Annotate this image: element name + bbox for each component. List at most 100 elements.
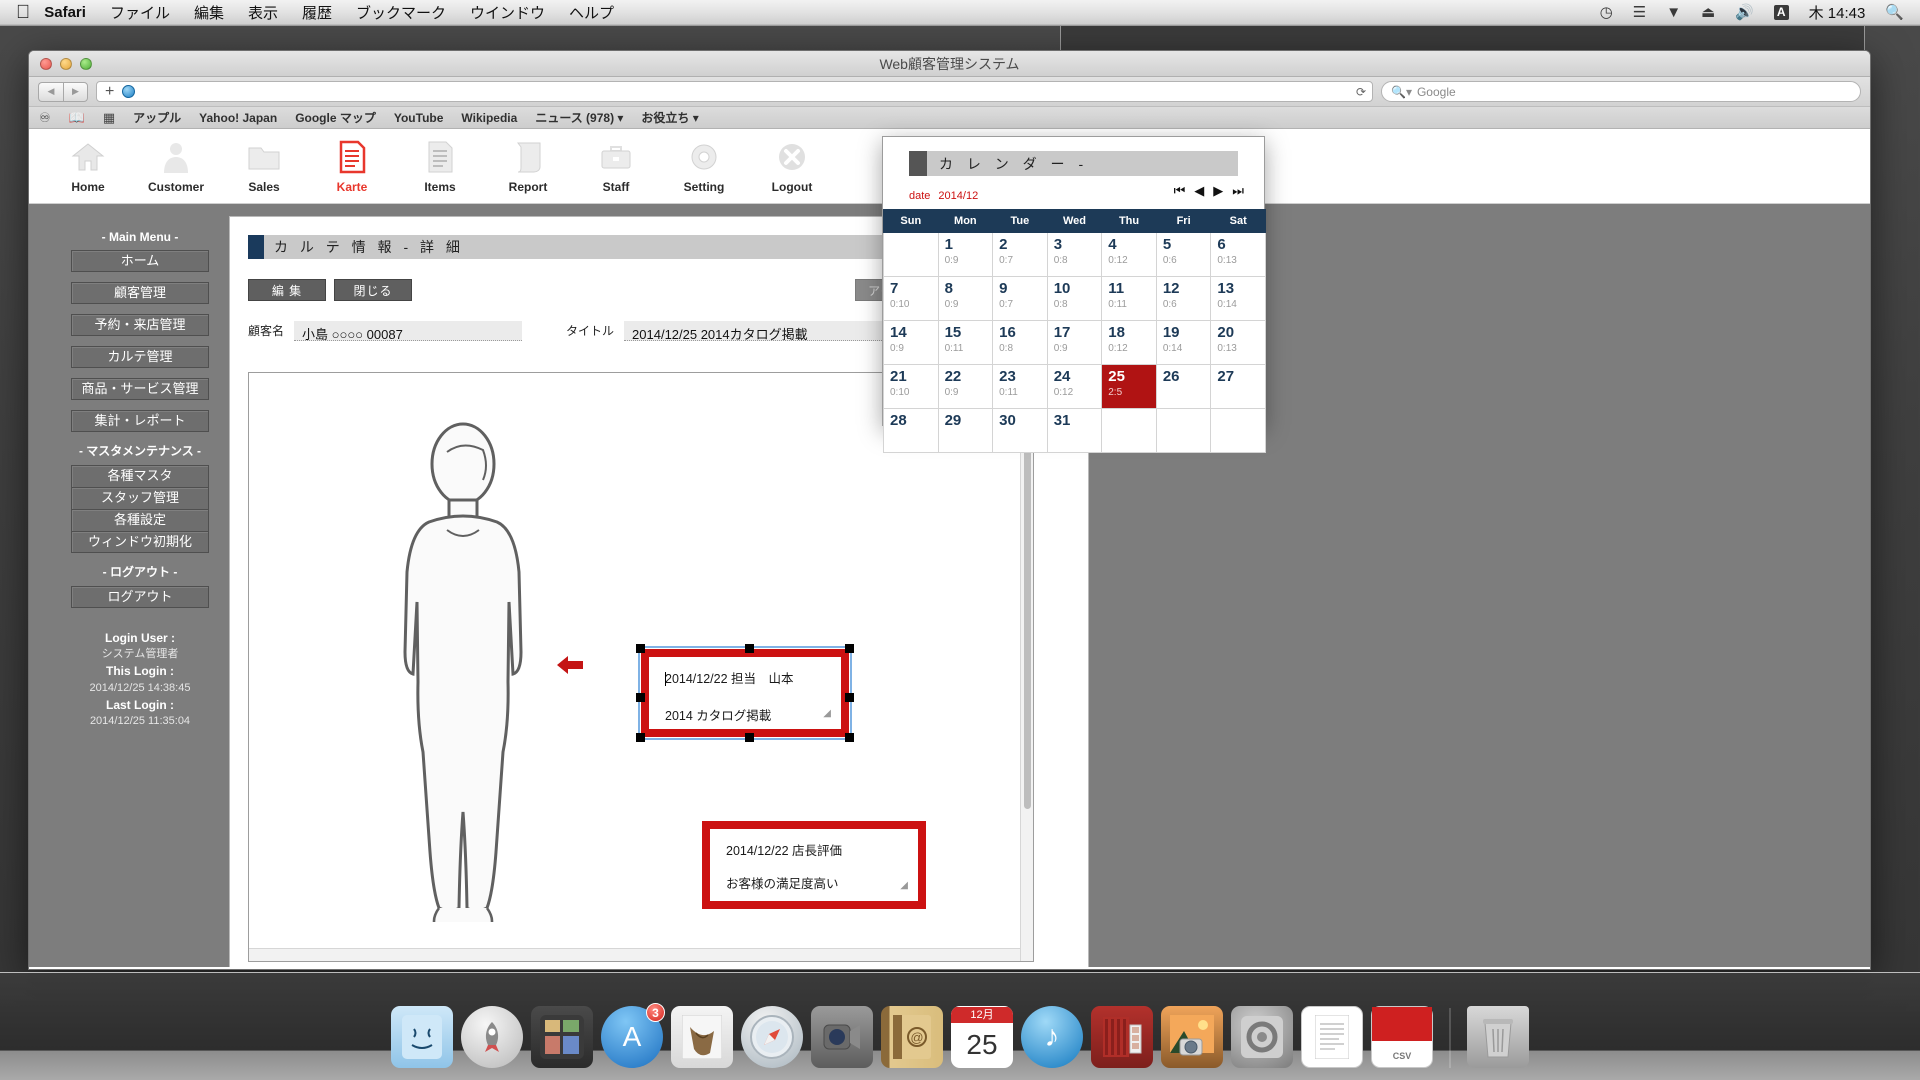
calendar-day-cell[interactable]: 15 0:11 [937,320,994,365]
calendar-day-cell[interactable]: 5 0:6 [1155,232,1212,277]
resize-handle-n[interactable] [745,644,754,653]
sidebar-item-home[interactable]: ホーム [71,250,209,272]
resize-handle-se[interactable] [845,733,854,742]
calendar-day-cell[interactable]: 19 0:14 [1155,320,1212,365]
sidebar-item-window-reset[interactable]: ウィンドウ初期化 [71,531,209,553]
dock-item-contacts[interactable]: @ [881,1006,943,1068]
new-tab-button[interactable]: + [103,83,116,100]
dock-item-launchpad[interactable] [461,1006,523,1068]
address-bar[interactable]: + ⟳ [96,81,1373,102]
dock-item-mission-control[interactable] [531,1006,593,1068]
calendar-day-cell[interactable]: 6 0:13 [1210,232,1266,277]
bookmark-google-maps[interactable]: Google マップ [295,109,376,126]
canvas-horizontal-scrollbar[interactable] [249,948,1020,961]
calendar-next-button[interactable]: ▶ [1213,183,1223,199]
search-field[interactable]: 🔍▾ Google [1381,81,1861,102]
bookmark-wikipedia[interactable]: Wikipedia [461,111,517,125]
input-source-icon[interactable]: A [1773,4,1789,21]
calendar-day-cell[interactable]: 23 0:11 [992,364,1048,409]
calendar-day-cell[interactable]: 21 0:10 [883,364,939,409]
calendar-day-cell[interactable]: 25 2:5 [1101,364,1157,409]
sidebar-item-various-master[interactable]: 各種マスタ [71,465,209,487]
spotlight-search-icon[interactable]: 🔍 [1885,5,1904,20]
dock-item-document[interactable] [1301,1006,1363,1068]
bookmark-useful[interactable]: お役立ち ▾ [641,109,698,126]
menu-history[interactable]: 履歴 [302,2,332,23]
calendar-day-cell[interactable]: 8 0:9 [937,276,994,321]
calendar-day-cell[interactable]: 26 [1155,364,1212,409]
sidebar-item-logout[interactable]: ログアウト [71,586,209,608]
calendar-first-button[interactable]: ⏮ [1174,183,1186,199]
calendar-day-cell[interactable]: 31 [1046,408,1103,453]
calendar-day-cell[interactable]: 29 [937,408,994,453]
resize-grip-icon[interactable]: ◢ [823,707,831,721]
karte-canvas[interactable]: 2014/12/22 担当 山本 2014 カタログ掲載 ◢ 2014/12/2… [248,372,1034,962]
dock-item-iphoto[interactable] [1161,1006,1223,1068]
calendar-day-cell[interactable]: 7 0:10 [883,276,939,321]
menu-edit[interactable]: 編集 [194,2,224,23]
resize-grip-icon-second[interactable]: ◢ [900,879,908,893]
calendar-day-cell[interactable]: 3 0:8 [1046,232,1103,277]
sidebar-item-report-aggregation[interactable]: 集計・レポート [71,410,209,432]
toolbar-item-items[interactable]: Items [409,138,471,194]
calendar-popup-window[interactable]: カ レ ン ダ ー - date 2014/12 ⏮ ◀ ▶ ⏭ Sun Mon… [882,136,1266,453]
calendar-day-cell[interactable]: 18 0:12 [1101,320,1157,365]
sidebar-item-various-settings[interactable]: 各種設定 [71,509,209,531]
calendar-day-cell[interactable]: 2 0:7 [992,232,1048,277]
annotation-box-selected[interactable]: 2014/12/22 担当 山本 2014 カタログ掲載 ◢ [636,644,854,742]
calendar-prev-button[interactable]: ◀ [1194,183,1204,199]
resize-handle-sw[interactable] [636,733,645,742]
volume-icon[interactable]: 🔊 [1735,5,1754,20]
calendar-day-cell[interactable]: 20 0:13 [1210,320,1266,365]
calendar-day-cell[interactable]: 4 0:12 [1101,232,1157,277]
eject-icon[interactable]: ⏏ [1701,5,1715,20]
karte-canvas-inner[interactable]: 2014/12/22 担当 山本 2014 カタログ掲載 ◢ 2014/12/2… [253,377,1019,947]
dock-item-itunes[interactable]: ♪ [1021,1006,1083,1068]
apple-menu-icon[interactable]:  [16,3,30,22]
bookmark-youtube[interactable]: YouTube [394,111,444,125]
sidebar-item-staff-management[interactable]: スタッフ管理 [71,487,209,509]
sidebar-item-product-service-management[interactable]: 商品・サービス管理 [71,378,209,400]
menu-file[interactable]: ファイル [110,2,170,23]
resize-handle-nw[interactable] [636,644,645,653]
calendar-day-cell[interactable]: 28 [883,408,939,453]
toolbar-item-staff[interactable]: Staff [585,138,647,194]
calendar-day-cell[interactable]: 24 0:12 [1046,364,1103,409]
dock-item-trash[interactable] [1467,1006,1529,1068]
bookmark-apple[interactable]: アップル [133,109,181,126]
toolbar-item-customer[interactable]: Customer [145,138,207,194]
calendar-day-cell[interactable]: 9 0:7 [992,276,1048,321]
menu-bookmarks[interactable]: ブックマーク [356,2,446,23]
toolbar-item-karte[interactable]: Karte [321,138,383,194]
reader-glasses-icon[interactable]: ♾ [39,110,51,126]
book-icon[interactable]: 📖 [69,110,85,126]
window-titlebar[interactable]: Web顧客管理システム [29,51,1870,77]
back-button[interactable]: ◀ [38,81,63,102]
annotation-box-second-text[interactable]: 2014/12/22 店長評価 お客様の満足度高い ◢ [718,837,910,893]
calendar-day-cell[interactable]: 27 [1210,364,1266,409]
bookmark-yahoo-japan[interactable]: Yahoo! Japan [199,111,277,125]
forward-button[interactable]: ▶ [63,81,88,102]
edit-button[interactable]: 編 集 [248,279,326,301]
resize-handle-e[interactable] [845,693,854,702]
annotation-box-selected-text[interactable]: 2014/12/22 担当 山本 2014 カタログ掲載 ◢ [657,665,833,723]
wifi-icon[interactable]: ▼ [1666,5,1681,20]
dock-item-calendar[interactable]: 12月 25 [951,1006,1013,1068]
canvas-vertical-scrollbar[interactable] [1020,373,1033,961]
grid-icon[interactable]: ▦ [103,110,115,126]
toolbar-item-logout[interactable]: Logout [761,138,823,194]
resize-handle-s[interactable] [745,733,754,742]
resize-handle-w[interactable] [636,693,645,702]
calendar-day-cell[interactable]: 13 0:14 [1210,276,1266,321]
toolbar-item-setting[interactable]: Setting [673,138,735,194]
sidebar-item-customer-management[interactable]: 顧客管理 [71,282,209,304]
customer-name-value[interactable]: 小島 ○○○○ 00087 [294,321,523,341]
calendar-day-cell[interactable]: 12 0:6 [1155,276,1212,321]
time-machine-icon[interactable]: ◷ [1600,5,1613,20]
sidebar-item-reservation-management[interactable]: 予約・来店管理 [71,314,209,336]
calendar-day-cell[interactable]: 14 0:9 [883,320,939,365]
dock-item-app-store[interactable]: A 3 [601,1003,665,1068]
reload-icon[interactable]: ⟳ [1356,85,1366,99]
close-button[interactable]: 閉じる [334,279,412,301]
calendar-day-cell[interactable]: 10 0:8 [1046,276,1103,321]
